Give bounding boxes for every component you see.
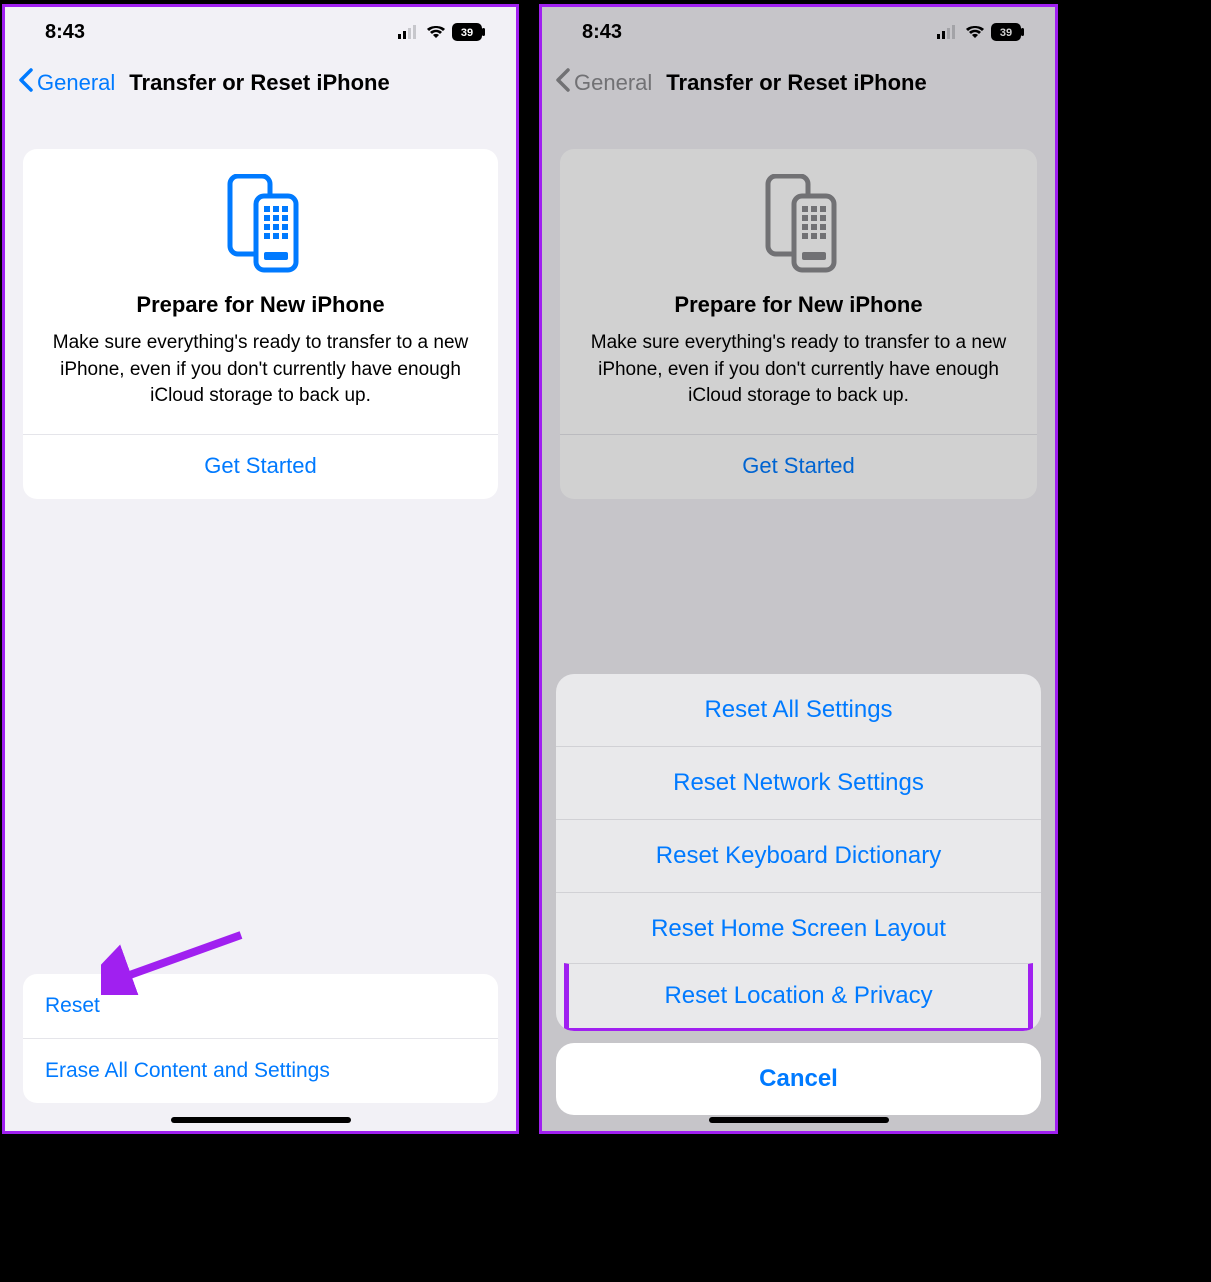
back-button: General: [574, 70, 652, 96]
status-icons: 39: [937, 23, 1025, 41]
nav-bar: General Transfer or Reset iPhone: [542, 57, 1055, 109]
back-chevron-icon[interactable]: [17, 67, 33, 99]
prepare-desc: Make sure everything's ready to transfer…: [23, 330, 498, 434]
page-title: Transfer or Reset iPhone: [129, 70, 389, 96]
home-indicator[interactable]: [171, 1117, 351, 1123]
reset-keyboard-dictionary-button[interactable]: Reset Keyboard Dictionary: [556, 819, 1041, 892]
reset-button[interactable]: Reset: [23, 974, 498, 1038]
prepare-title: Prepare for New iPhone: [23, 292, 498, 330]
battery-icon: 39: [452, 23, 486, 41]
reset-network-settings-button[interactable]: Reset Network Settings: [556, 746, 1041, 819]
cancel-button[interactable]: Cancel: [556, 1043, 1041, 1115]
reset-options-list: Reset Erase All Content and Settings: [23, 974, 498, 1103]
prepare-title: Prepare for New iPhone: [560, 292, 1037, 330]
battery-icon: 39: [991, 23, 1025, 41]
page-title: Transfer or Reset iPhone: [666, 70, 926, 96]
prepare-card: Prepare for New iPhone Make sure everyth…: [560, 149, 1037, 499]
action-sheet-group: Reset All Settings Reset Network Setting…: [556, 674, 1041, 1031]
get-started-button[interactable]: Get Started: [23, 435, 498, 499]
reset-action-sheet: Reset All Settings Reset Network Setting…: [556, 674, 1041, 1115]
reset-all-settings-button[interactable]: Reset All Settings: [556, 674, 1041, 746]
svg-text:39: 39: [1000, 27, 1012, 39]
status-time: 8:43: [582, 21, 622, 44]
svg-text:39: 39: [461, 27, 473, 39]
reset-location-privacy-button[interactable]: Reset Location & Privacy: [564, 963, 1033, 1031]
back-button[interactable]: General: [37, 70, 115, 96]
nav-bar: General Transfer or Reset iPhone: [5, 57, 516, 109]
cellular-icon: [398, 25, 420, 39]
erase-button[interactable]: Erase All Content and Settings: [23, 1038, 498, 1103]
status-time: 8:43: [45, 21, 85, 44]
status-icons: 39: [398, 23, 486, 41]
transfer-icon: [560, 169, 1037, 292]
screenshot-left: 8:43 39 General Transfer or Reset iPhone: [2, 4, 519, 1134]
wifi-icon: [965, 25, 985, 39]
status-bar: 8:43 39: [542, 7, 1055, 57]
cellular-icon: [937, 25, 959, 39]
back-chevron-icon: [554, 67, 570, 99]
transfer-icon: [23, 169, 498, 292]
wifi-icon: [426, 25, 446, 39]
screenshot-right: 8:43 39 General Transfer or Reset iPhone: [539, 4, 1058, 1134]
prepare-desc: Make sure everything's ready to transfer…: [560, 330, 1037, 434]
status-bar: 8:43 39: [5, 7, 516, 57]
home-indicator[interactable]: [709, 1117, 889, 1123]
reset-home-screen-layout-button[interactable]: Reset Home Screen Layout: [556, 892, 1041, 965]
prepare-card: Prepare for New iPhone Make sure everyth…: [23, 149, 498, 499]
get-started-button: Get Started: [560, 435, 1037, 499]
